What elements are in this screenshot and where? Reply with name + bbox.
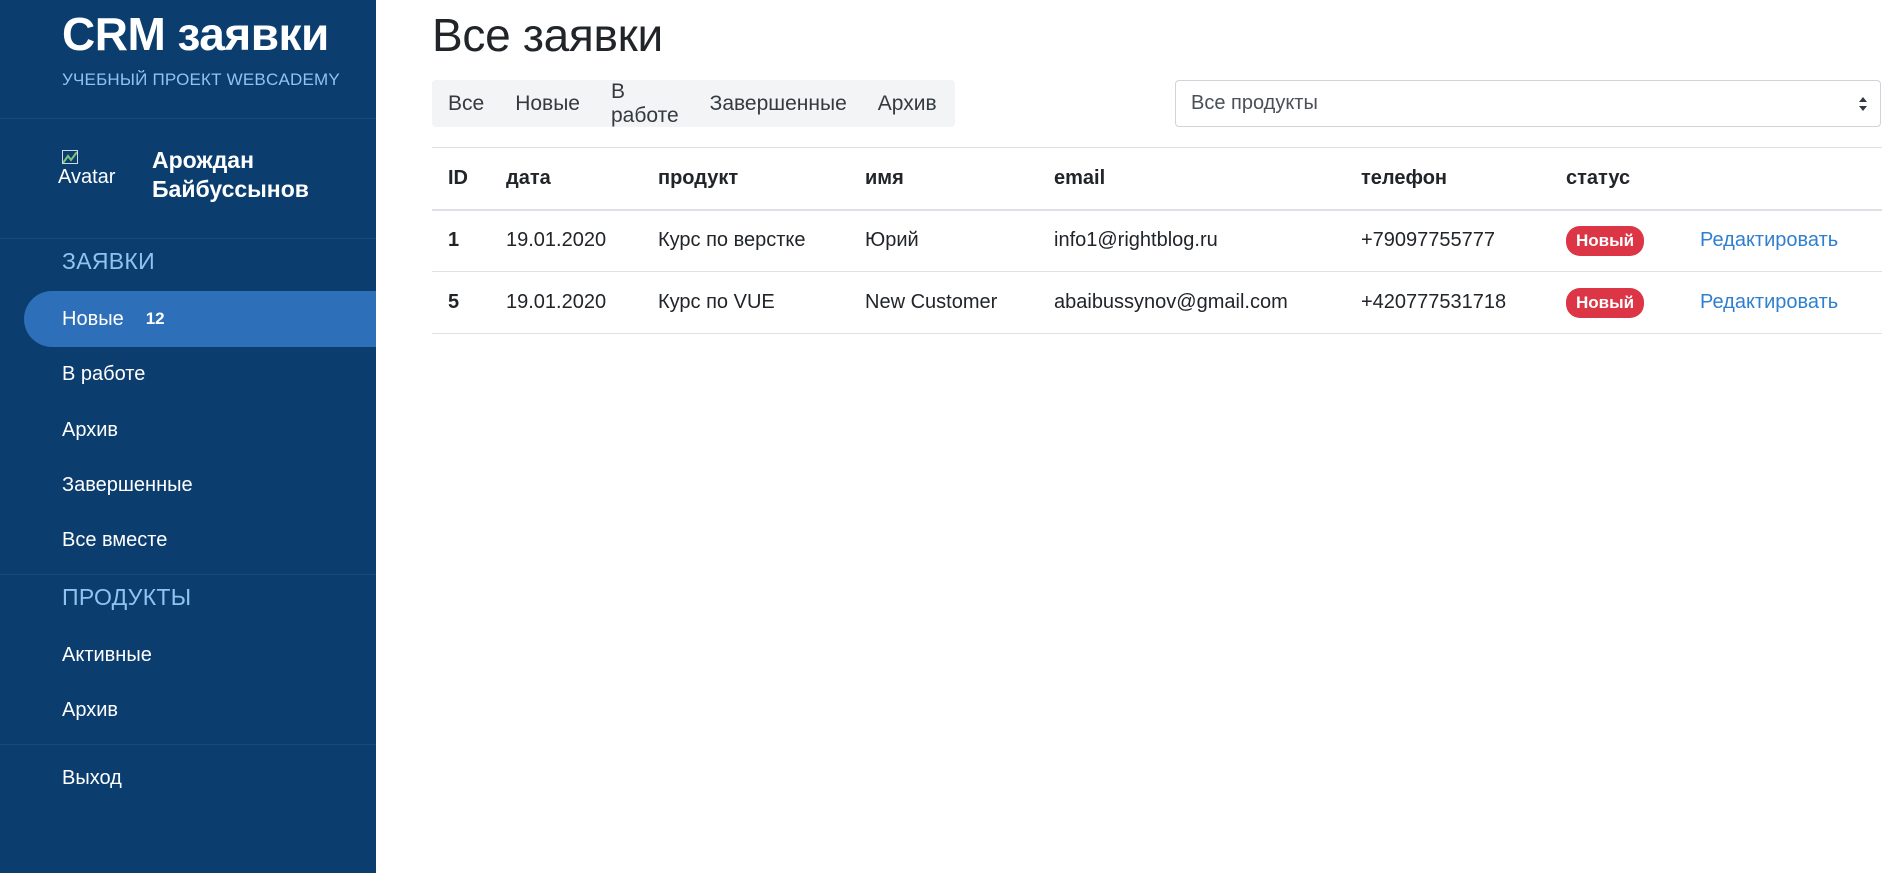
divider bbox=[0, 574, 376, 575]
column-header-actions bbox=[1684, 147, 1882, 211]
status-badge: Новый bbox=[1566, 225, 1645, 256]
tab-completed[interactable]: Завершенные bbox=[710, 92, 847, 116]
brand-title: CRM заявки bbox=[62, 8, 329, 60]
tab-new[interactable]: Новые bbox=[515, 92, 580, 116]
column-header-name: имя bbox=[849, 147, 1038, 211]
sidebar-item-label: Все вместе bbox=[62, 528, 168, 551]
avatar: Avatar bbox=[58, 146, 118, 188]
cell-status: Новый bbox=[1550, 209, 1684, 272]
cell-id: 1 bbox=[432, 209, 490, 272]
edit-link[interactable]: Редактировать bbox=[1700, 229, 1838, 251]
sidebar-item-new[interactable]: Новые 12 bbox=[24, 291, 376, 347]
filter-tabs: Все Новые В работе Завершенные Архив bbox=[432, 80, 955, 127]
requests-section-title: ЗАЯВКИ bbox=[62, 248, 155, 274]
table-row: 1 19.01.2020 Курс по верстке Юрий info1@… bbox=[432, 209, 1882, 272]
product-select-value: Все продукты bbox=[1191, 92, 1318, 114]
cell-name: New Customer bbox=[849, 271, 1038, 334]
table-row: 5 19.01.2020 Курс по VUE New Customer ab… bbox=[432, 271, 1882, 334]
sidebar: CRM заявки УЧЕБНЫЙ ПРОЕКТ WEBCADEMY Avat… bbox=[0, 0, 376, 873]
sidebar-item-products-archive[interactable]: Архив bbox=[24, 682, 376, 738]
sidebar-item-label: Завершенные bbox=[62, 473, 193, 496]
tab-in-progress[interactable]: В работе bbox=[611, 80, 679, 128]
status-badge: Новый bbox=[1566, 287, 1645, 318]
cell-product: Курс по верстке bbox=[642, 209, 849, 272]
column-header-status: статус bbox=[1550, 147, 1684, 211]
sidebar-item-active-products[interactable]: Активные bbox=[24, 627, 376, 683]
sidebar-item-label: В работе bbox=[62, 362, 146, 385]
broken-image-icon bbox=[62, 150, 78, 164]
brand-subtitle: УЧЕБНЫЙ ПРОЕКТ WEBCADEMY bbox=[62, 70, 340, 89]
cell-action: Редактировать bbox=[1684, 271, 1882, 334]
brand: CRM заявки УЧЕБНЫЙ ПРОЕКТ WEBCADEMY bbox=[62, 8, 340, 90]
cell-product: Курс по VUE bbox=[642, 271, 849, 334]
sidebar-item-label: Активные bbox=[62, 643, 152, 666]
tab-all[interactable]: Все bbox=[448, 92, 484, 116]
divider bbox=[0, 238, 376, 239]
column-header-product: продукт bbox=[642, 147, 849, 211]
divider bbox=[0, 744, 376, 745]
avatar-alt-text: Avatar bbox=[58, 166, 116, 188]
divider bbox=[0, 118, 376, 119]
cell-action: Редактировать bbox=[1684, 209, 1882, 272]
cell-email: abaibussynov@gmail.com bbox=[1038, 271, 1345, 334]
requests-table: ID дата продукт имя email телефон статус… bbox=[432, 147, 1882, 334]
user-name: Арождан Байбуссынов bbox=[152, 146, 309, 204]
cell-date: 19.01.2020 bbox=[490, 271, 642, 334]
cell-phone: +420777531718 bbox=[1345, 271, 1550, 334]
user-profile: Avatar Арождан Байбуссынов bbox=[58, 146, 309, 204]
cell-phone: +79097755777 bbox=[1345, 209, 1550, 272]
sort-arrows-icon bbox=[1859, 97, 1867, 111]
sidebar-item-all[interactable]: Все вместе bbox=[24, 512, 376, 568]
count-badge: 12 bbox=[145, 309, 165, 328]
page-title: Все заявки bbox=[432, 9, 663, 61]
product-select[interactable]: Все продукты bbox=[1175, 80, 1881, 127]
column-header-date: дата bbox=[490, 147, 642, 211]
user-last-name: Байбуссынов bbox=[152, 176, 309, 202]
products-section-title: ПРОДУКТЫ bbox=[62, 584, 192, 610]
column-header-email: email bbox=[1038, 147, 1345, 211]
logout-label: Выход bbox=[62, 766, 122, 789]
column-header-id: ID bbox=[432, 147, 490, 211]
sidebar-item-archive[interactable]: Архив bbox=[24, 402, 376, 458]
main-content: Все заявки Все Новые В работе Завершенны… bbox=[376, 0, 1893, 873]
app-root: CRM заявки УЧЕБНЫЙ ПРОЕКТ WEBCADEMY Avat… bbox=[0, 0, 1893, 873]
sidebar-item-in-progress[interactable]: В работе bbox=[24, 346, 376, 402]
cell-date: 19.01.2020 bbox=[490, 209, 642, 272]
sidebar-item-label: Архив bbox=[62, 418, 119, 441]
cell-name: Юрий bbox=[849, 209, 1038, 272]
cell-status: Новый bbox=[1550, 271, 1684, 334]
tab-archive[interactable]: Архив bbox=[878, 92, 937, 116]
cell-email: info1@rightblog.ru bbox=[1038, 209, 1345, 272]
column-header-phone: телефон bbox=[1345, 147, 1550, 211]
logout-link[interactable]: Выход bbox=[24, 750, 376, 806]
edit-link[interactable]: Редактировать bbox=[1700, 291, 1838, 313]
cell-id: 5 bbox=[432, 271, 490, 334]
sidebar-item-label: Архив bbox=[62, 698, 119, 721]
sidebar-item-label: Новые bbox=[62, 307, 124, 330]
sidebar-item-completed[interactable]: Завершенные bbox=[24, 457, 376, 513]
table-header-row: ID дата продукт имя email телефон статус bbox=[432, 147, 1882, 211]
user-first-name: Арождан bbox=[152, 147, 254, 173]
